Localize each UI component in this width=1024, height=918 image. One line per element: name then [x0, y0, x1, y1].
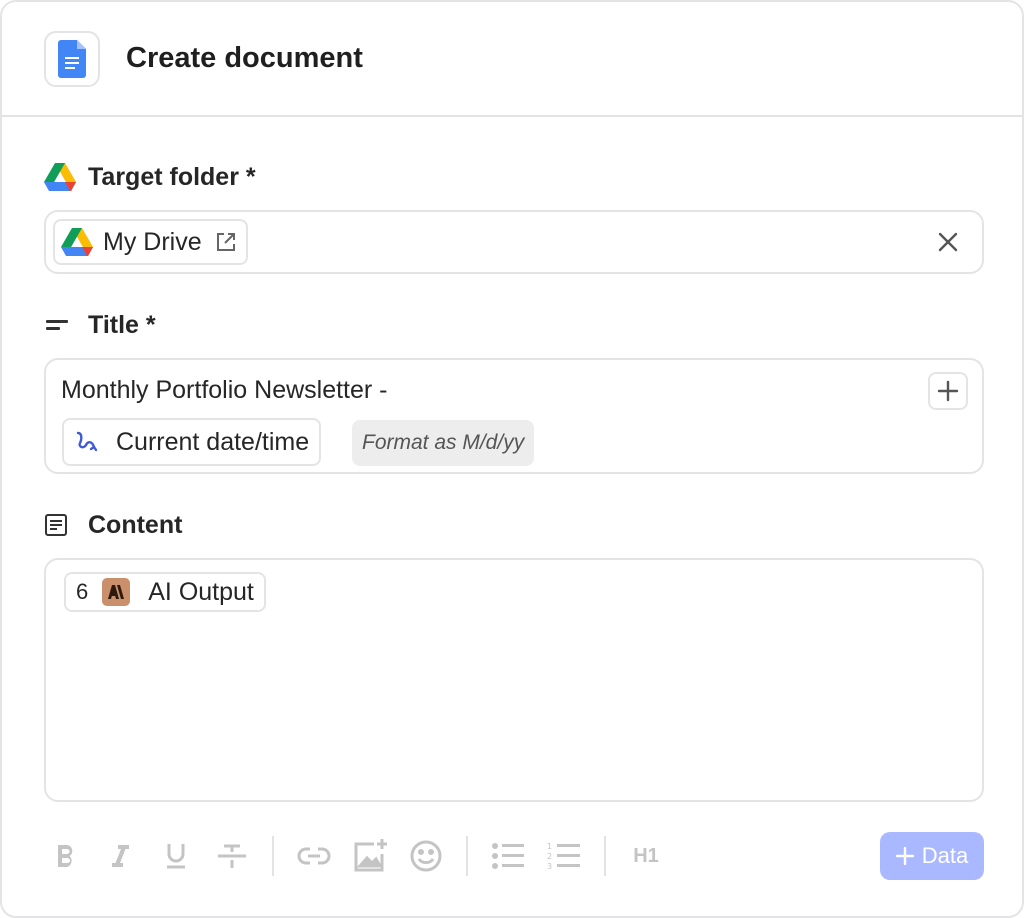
content-label: Content [44, 508, 182, 542]
external-link-icon[interactable] [214, 230, 238, 254]
page-title: Create document [126, 42, 363, 74]
plus-icon[interactable] [928, 372, 968, 410]
target-folder-label: Target folder * [44, 160, 256, 194]
strikethrough-icon[interactable] [214, 832, 250, 880]
format-chip[interactable]: Format as M/d/yy [352, 420, 535, 466]
title-label-text: Title * [88, 310, 156, 339]
short-text-icon [44, 308, 78, 342]
content-label-text: Content [88, 510, 183, 539]
bullet-list-icon[interactable] [488, 832, 528, 880]
current-date-time-chip[interactable]: Current date/time [62, 418, 322, 466]
google-drive-icon [44, 160, 78, 194]
current-date-time-label: Current date/time [116, 427, 310, 456]
add-data-label: Data [921, 843, 969, 868]
heading-1-button[interactable]: H1 [626, 832, 666, 880]
anthropic-icon [102, 578, 131, 606]
link-icon[interactable] [294, 832, 334, 880]
ai-output-label: AI Output [148, 577, 254, 606]
plus-icon [895, 847, 914, 865]
my-drive-chip[interactable]: My Drive [53, 219, 248, 265]
add-image-icon[interactable] [350, 832, 390, 880]
bold-icon[interactable] [48, 832, 84, 880]
italic-icon[interactable] [102, 832, 138, 880]
create-document-panel: Create document Target folder * My Drive… [0, 0, 1024, 918]
close-icon[interactable] [934, 228, 962, 256]
ai-output-chip[interactable]: 6 AI Output [64, 572, 266, 612]
title-static-text: Monthly Portfolio Newsletter - [61, 376, 388, 404]
target-folder-input[interactable]: My Drive [44, 210, 984, 274]
target-folder-label-text: Target folder * [88, 162, 256, 191]
formatting-toolbar: 123 H1 Data [44, 832, 984, 880]
document-lines-icon [44, 508, 78, 542]
title-input[interactable]: Monthly Portfolio Newsletter - Current d… [44, 358, 984, 474]
svg-text:1: 1 [547, 842, 552, 851]
add-data-button[interactable]: Data [880, 832, 984, 880]
emoji-icon[interactable] [406, 832, 446, 880]
google-drive-icon [61, 228, 93, 256]
panel-header: Create document [2, 2, 1022, 117]
numbered-list-icon[interactable]: 123 [544, 832, 584, 880]
svg-text:2: 2 [547, 852, 552, 861]
variable-icon [74, 429, 100, 455]
content-editor[interactable]: 6 AI Output [44, 558, 984, 802]
step-number: 6 [76, 579, 89, 604]
google-docs-icon [44, 30, 100, 87]
title-label: Title * [44, 308, 156, 342]
my-drive-chip-label: My Drive [103, 227, 202, 256]
underline-icon[interactable] [158, 832, 194, 880]
svg-text:3: 3 [547, 862, 552, 871]
